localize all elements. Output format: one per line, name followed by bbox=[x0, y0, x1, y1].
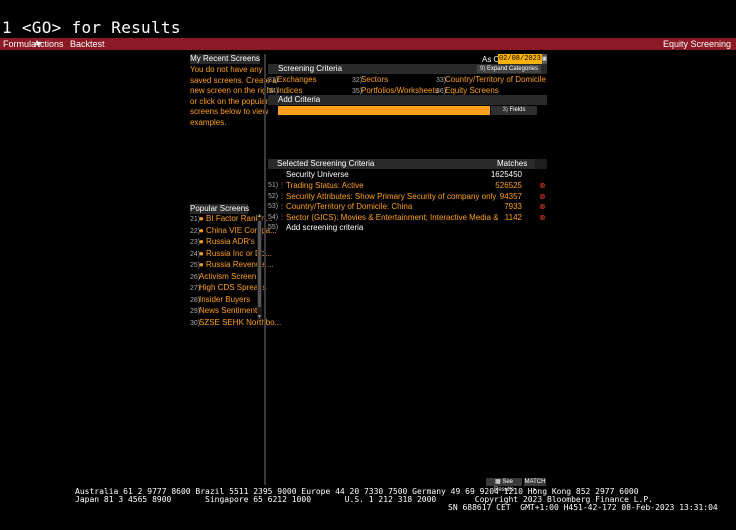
footer-session-info: SN 688617 CET GMT+1:00 H451-42-172 08-Fe… bbox=[448, 503, 718, 512]
table-row[interactable]: 51) ⋮ Trading Status: Active 526525 ⊗ bbox=[268, 181, 547, 192]
criteria-item[interactable]: 33)Country/Territory of Domicile bbox=[436, 75, 546, 87]
table-row[interactable]: 53) ⋮ Country/Territory of Domicile: Chi… bbox=[268, 202, 547, 213]
popular-screens-header: Popular Screens bbox=[190, 204, 250, 214]
remove-criterion-icon[interactable]: ⊗ bbox=[539, 192, 546, 203]
remove-criterion-icon[interactable]: ⊗ bbox=[539, 181, 546, 192]
criteria-item[interactable]: 32)Sectors bbox=[352, 75, 388, 87]
add-criteria-input[interactable] bbox=[278, 106, 490, 115]
recent-screens-message: You do not have any saved screens. Creat… bbox=[190, 65, 277, 127]
see-results-button[interactable]: ▦ See Results bbox=[486, 478, 522, 493]
list-item[interactable]: 23)● Russia ADR's bbox=[190, 237, 256, 249]
backtest-menu[interactable]: Backtest bbox=[70, 38, 105, 50]
selected-criteria-header: Selected Screening Criteria Matches bbox=[268, 159, 547, 169]
table-row[interactable]: 52) ⋮ Security Attributes: Show Primary … bbox=[268, 192, 547, 203]
drag-handle-icon[interactable]: ⋮ bbox=[279, 192, 285, 203]
header-spacer bbox=[535, 159, 547, 169]
recent-screens-header: My Recent Screens bbox=[190, 54, 260, 64]
asof-date-input[interactable]: 02/08/2023 bbox=[498, 54, 542, 64]
drag-handle-icon[interactable]: ⋮ bbox=[279, 202, 285, 213]
criteria-item[interactable]: 31)Exchanges bbox=[268, 75, 317, 87]
security-universe-label: Security Universe bbox=[286, 170, 349, 179]
menu-bar: Formula Actions ▼ Backtest Equity Screen… bbox=[0, 38, 736, 50]
function-title: Equity Screening bbox=[662, 39, 731, 49]
command-line[interactable]: 1 <GO> for Results bbox=[2, 18, 181, 37]
results-icon: ▦ bbox=[494, 479, 501, 485]
table-row[interactable]: 54) ⋮ Sector (GICS): Movies & Entertainm… bbox=[268, 213, 547, 224]
list-item[interactable]: 29)News Sentiment bbox=[190, 306, 257, 318]
popular-scrollbar[interactable]: ▲ ▼ bbox=[257, 214, 262, 320]
scroll-up-icon[interactable]: ▲ bbox=[257, 214, 262, 219]
security-universe-count: 1625450 bbox=[490, 170, 522, 179]
fields-button[interactable]: 3) Fields bbox=[491, 106, 537, 115]
screening-criteria-header: Screening Criteria 9) Expand Categories bbox=[268, 64, 547, 74]
remove-criterion-icon[interactable]: ⊗ bbox=[539, 202, 546, 213]
popular-screens-list: 21)● BI Factor Rankin... 22)● China VIE … bbox=[190, 214, 281, 330]
list-item[interactable]: 27)High CDS Spreads bbox=[190, 283, 267, 295]
list-item[interactable]: 30)SZSE SEHK Northbo... bbox=[190, 318, 281, 330]
chevron-down-icon: ▼ bbox=[34, 39, 43, 49]
list-item[interactable]: 24)● Russia Inc or Do... bbox=[190, 249, 272, 261]
list-item[interactable]: 25)● Russia Revenue ... bbox=[190, 260, 274, 272]
drag-handle-icon[interactable]: ⋮ bbox=[279, 181, 285, 192]
scrollbar-thumb[interactable] bbox=[258, 221, 261, 307]
list-item[interactable]: 28)Insider Buyers bbox=[190, 295, 256, 307]
panel-divider[interactable] bbox=[264, 54, 266, 485]
scroll-down-icon[interactable]: ▼ bbox=[257, 315, 262, 320]
expand-categories-button[interactable]: 9) Expand Categories bbox=[476, 65, 541, 73]
drag-handle-icon[interactable]: ⋮ bbox=[279, 213, 285, 224]
list-item[interactable]: 21)● BI Factor Rankin... bbox=[190, 214, 272, 226]
criteria-table: 51) ⋮ Trading Status: Active 526525 ⊗ 52… bbox=[268, 181, 547, 234]
list-item[interactable]: 26)Activism Screen bbox=[190, 272, 256, 284]
match-button[interactable]: MATCH ▸ bbox=[524, 478, 546, 493]
remove-criterion-icon[interactable]: ⊗ bbox=[539, 213, 546, 224]
add-criteria-row[interactable]: 55) Add screening criteria bbox=[268, 223, 547, 234]
list-item[interactable]: 22)● China VIE Compa... bbox=[190, 226, 277, 238]
calendar-icon[interactable]: ▦ bbox=[542, 54, 547, 64]
screening-criteria-title: Screening Criteria bbox=[278, 64, 343, 73]
formula-menu[interactable]: Formula bbox=[3, 38, 36, 50]
add-criteria-header: Add Criteria bbox=[268, 95, 547, 105]
